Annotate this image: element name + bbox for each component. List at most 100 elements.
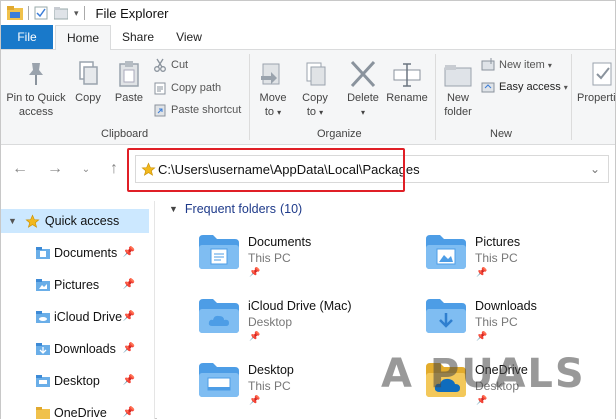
- annotation-highlight-box: [127, 148, 405, 192]
- copy-to-button[interactable]: Copy to ▾: [297, 60, 333, 120]
- sidebar-item-desktop[interactable]: Desktop 📌: [1, 369, 149, 393]
- group-separator: [571, 54, 572, 140]
- recent-locations-chevron-icon[interactable]: ⌄: [77, 160, 95, 178]
- paste-shortcut-button[interactable]: Paste shortcut: [153, 101, 241, 119]
- pin-icon[interactable]: 📌: [123, 407, 135, 418]
- move-to-label-line2: to: [264, 106, 275, 118]
- sidebar-item-icloud-drive[interactable]: iCloud Drive 📌: [1, 305, 149, 329]
- pin-icon[interactable]: 📌: [123, 375, 135, 386]
- downloads-folder-icon: [36, 343, 50, 355]
- pin-label-line1: Pin to Quick: [6, 92, 66, 104]
- pin-to-quick-access-button[interactable]: Pin to Quick access: [5, 60, 67, 119]
- sidebar-item-label: Downloads: [54, 342, 116, 356]
- folder-name: Downloads: [475, 299, 537, 313]
- folder-tile-downloads[interactable]: Downloads This PC 📌: [426, 297, 616, 357]
- new-item-button[interactable]: New item ▾: [481, 56, 552, 74]
- cut-button[interactable]: Cut: [153, 56, 188, 74]
- folder-tile-pictures[interactable]: Pictures This PC 📌: [426, 233, 616, 293]
- group-separator: [435, 54, 436, 140]
- pin-icon[interactable]: 📌: [123, 279, 135, 290]
- folder-name: Documents: [248, 235, 312, 249]
- frequent-folders-header[interactable]: ▼ Frequent folders (10): [169, 202, 302, 216]
- pin-icon[interactable]: 📌: [123, 247, 135, 258]
- properties-button[interactable]: Properti: [577, 60, 616, 105]
- new-item-label: New item: [499, 59, 545, 71]
- new-folder-label-line2: folder: [444, 106, 472, 118]
- copy-to-icon: [306, 62, 326, 86]
- sidebar-item-onedrive[interactable]: OneDrive 📌: [1, 401, 149, 419]
- copy-path-label: Copy path: [171, 82, 222, 94]
- chevron-down-icon: ▾: [547, 60, 552, 70]
- collapse-caret-icon[interactable]: ▼: [169, 204, 178, 214]
- copy-button[interactable]: Copy: [71, 60, 105, 105]
- rename-icon: [393, 63, 421, 87]
- ribbon: Pin to Quick access Copy Paste Cut Copy …: [1, 49, 616, 145]
- new-group-label: New: [490, 128, 513, 140]
- copy-to-label-line2: to: [306, 106, 317, 118]
- new-folder-button[interactable]: New folder: [439, 60, 477, 119]
- folder-name: Desktop: [248, 363, 294, 377]
- section-count: (10): [279, 202, 303, 216]
- move-to-button[interactable]: Move to ▾: [255, 60, 291, 120]
- new-folder-label-line1: New: [446, 92, 469, 104]
- paste-button[interactable]: Paste: [111, 60, 147, 105]
- folder-tile-desktop[interactable]: Desktop This PC 📌: [199, 361, 409, 419]
- pin-icon[interactable]: 📌: [123, 343, 135, 354]
- delete-label: Delete: [347, 92, 379, 104]
- separator: [28, 6, 29, 20]
- folder-location: This PC: [475, 315, 518, 329]
- forward-arrow-icon[interactable]: →: [46, 160, 64, 178]
- pin-icon[interactable]: 📌: [476, 267, 487, 278]
- pin-icon[interactable]: 📌: [249, 395, 260, 406]
- address-dropdown-chevron-icon[interactable]: ⌄: [590, 162, 600, 176]
- pin-icon: [29, 63, 43, 85]
- section-title: Frequent folders: [184, 202, 276, 216]
- new-folder-icon: [444, 65, 472, 87]
- ribbon-tabs: File Home Share View: [1, 25, 615, 50]
- back-arrow-icon[interactable]: ←: [11, 160, 29, 178]
- cut-label: Cut: [171, 59, 189, 71]
- folder-tile-documents[interactable]: Documents This PC 📌: [199, 233, 409, 293]
- navigation-pane: ▼ Quick access Documents 📌 Pictures 📌 iC…: [1, 201, 155, 419]
- pin-icon[interactable]: 📌: [249, 267, 260, 278]
- sidebar-item-pictures[interactable]: Pictures 📌: [1, 273, 149, 297]
- tab-share[interactable]: Share: [113, 25, 163, 49]
- separator: [83, 6, 85, 20]
- chevron-down-icon: ▾: [277, 108, 282, 117]
- tab-file[interactable]: File: [1, 25, 53, 49]
- easy-access-icon: [481, 82, 495, 93]
- copy-path-button[interactable]: Copy path: [153, 79, 221, 97]
- folder-tile-icloud-drive[interactable]: iCloud Drive (Mac) Desktop 📌: [199, 297, 409, 357]
- move-to-label-line1: Move: [259, 92, 287, 104]
- icloud-folder-icon: [36, 311, 50, 323]
- sidebar-item-documents[interactable]: Documents 📌: [1, 241, 149, 265]
- new-folder-quick-icon[interactable]: [54, 6, 68, 20]
- tab-view[interactable]: View: [165, 25, 213, 49]
- rename-button[interactable]: Rename: [385, 60, 429, 105]
- delete-button[interactable]: Delete ▾: [343, 60, 383, 120]
- pictures-folder-icon: [36, 279, 50, 291]
- properties-checkmark-icon[interactable]: [34, 6, 48, 20]
- pin-icon[interactable]: 📌: [476, 331, 487, 342]
- easy-access-button[interactable]: Easy access ▾: [481, 78, 568, 96]
- quick-access-dropdown-icon[interactable]: ▾: [74, 8, 79, 19]
- expand-caret-icon[interactable]: ▼: [8, 216, 17, 226]
- pin-label-line2: access: [18, 106, 54, 118]
- folder-location: This PC: [248, 251, 291, 265]
- desktop-folder-icon: [199, 363, 239, 397]
- sidebar-item-downloads[interactable]: Downloads 📌: [1, 337, 149, 361]
- sidebar-item-label: Documents: [54, 246, 118, 260]
- sidebar-item-label: iCloud Drive: [54, 310, 123, 324]
- pin-icon[interactable]: 📌: [249, 331, 260, 342]
- tab-home[interactable]: Home: [55, 25, 111, 50]
- paste-shortcut-icon: [154, 104, 166, 117]
- pin-icon[interactable]: 📌: [123, 311, 135, 322]
- organize-group-label: Organize: [317, 128, 362, 140]
- up-arrow-icon[interactable]: ↑: [105, 160, 123, 178]
- pictures-folder-icon: [426, 235, 466, 269]
- sidebar-item-label: OneDrive: [54, 406, 107, 419]
- file-explorer-icon: [7, 6, 23, 20]
- easy-access-label: Easy access: [499, 81, 561, 93]
- sidebar-item-quick-access[interactable]: ▼ Quick access: [1, 209, 149, 233]
- sidebar-item-label: Pictures: [54, 278, 100, 292]
